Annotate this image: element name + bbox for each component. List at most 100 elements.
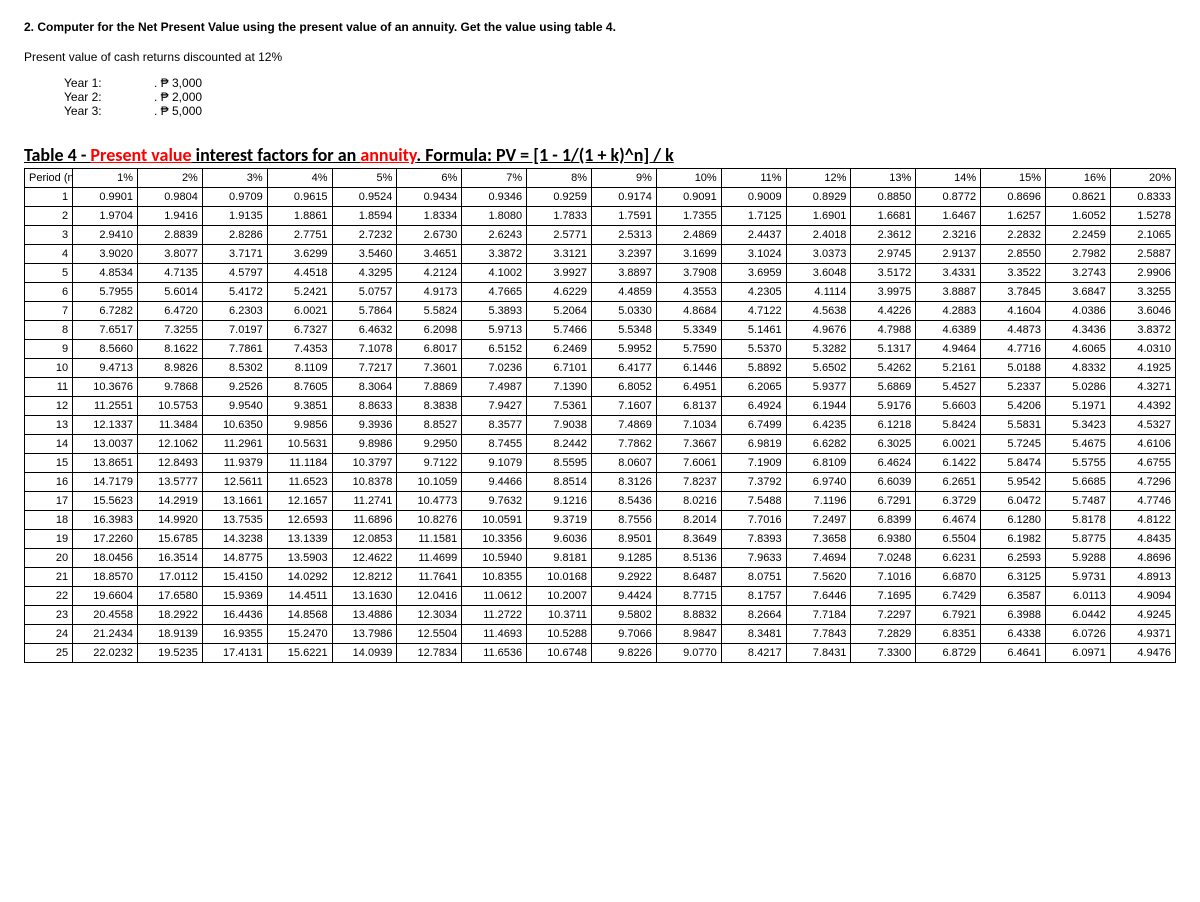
rate-header: 9% [592, 169, 657, 188]
factor-cell: 5.9713 [462, 321, 527, 340]
factor-cell: 8.8527 [397, 416, 462, 435]
factor-cell: 2.9745 [851, 245, 916, 264]
factor-cell: 8.5302 [202, 359, 267, 378]
factor-cell: 14.2919 [137, 492, 202, 511]
factor-cell: 5.7245 [981, 435, 1046, 454]
factor-cell: 5.6603 [916, 397, 981, 416]
period-cell: 8 [25, 321, 73, 340]
factor-cell: 3.6299 [267, 245, 332, 264]
factor-cell: 2.6730 [397, 226, 462, 245]
factor-cell: 6.7921 [916, 606, 981, 625]
factor-cell: 5.5824 [397, 302, 462, 321]
factor-cell: 18.8570 [73, 568, 138, 587]
rate-header: 20% [1110, 169, 1175, 188]
period-cell: 20 [25, 549, 73, 568]
factor-cell: 10.4773 [397, 492, 462, 511]
table-row: 2018.045616.351414.877513.590312.462211.… [25, 549, 1176, 568]
factor-cell: 10.5940 [462, 549, 527, 568]
factor-cell: 5.5370 [721, 340, 786, 359]
factor-cell: 6.7327 [267, 321, 332, 340]
factor-cell: 10.5288 [527, 625, 592, 644]
factor-cell: 15.6221 [267, 644, 332, 663]
factor-cell: 4.4518 [267, 264, 332, 283]
factor-cell: 3.2743 [1046, 264, 1111, 283]
period-cell: 16 [25, 473, 73, 492]
annuity-factor-table: Period (n) / per cent (k) 1%2%3%4%5%6%7%… [24, 168, 1176, 663]
factor-cell: 20.4558 [73, 606, 138, 625]
factor-cell: 1.7125 [721, 207, 786, 226]
factor-cell: 6.7499 [721, 416, 786, 435]
factor-cell: 2.5313 [592, 226, 657, 245]
factor-cell: 9.5802 [592, 606, 657, 625]
rate-header: 14% [916, 169, 981, 188]
factor-cell: 6.8017 [397, 340, 462, 359]
factor-cell: 4.6229 [527, 283, 592, 302]
factor-cell: 12.8493 [137, 454, 202, 473]
factor-cell: 3.8897 [592, 264, 657, 283]
factor-cell: 3.8887 [916, 283, 981, 302]
factor-cell: 7.7184 [786, 606, 851, 625]
factor-cell: 6.7282 [73, 302, 138, 321]
factor-cell: 2.4018 [786, 226, 851, 245]
factor-cell: 7.8431 [786, 644, 851, 663]
factor-cell: 3.9975 [851, 283, 916, 302]
factor-cell: 7.5361 [527, 397, 592, 416]
factor-cell: 9.9540 [202, 397, 267, 416]
year-label: Year 2: [64, 90, 154, 104]
factor-cell: 5.9542 [981, 473, 1046, 492]
factor-cell: 8.8514 [527, 473, 592, 492]
factor-cell: 12.1062 [137, 435, 202, 454]
factor-cell: 0.8850 [851, 188, 916, 207]
factor-cell: 13.4886 [332, 606, 397, 625]
factor-cell: 7.7862 [592, 435, 657, 454]
factor-cell: 2.8839 [137, 226, 202, 245]
factor-cell: 6.0726 [1046, 625, 1111, 644]
factor-cell: 9.7066 [592, 625, 657, 644]
factor-cell: 9.3719 [527, 511, 592, 530]
factor-cell: 6.5152 [462, 340, 527, 359]
factor-cell: 22.0232 [73, 644, 138, 663]
period-cell: 19 [25, 530, 73, 549]
factor-cell: 1.9416 [137, 207, 202, 226]
factor-cell: 4.9245 [1110, 606, 1175, 625]
factor-cell: 14.8775 [202, 549, 267, 568]
factor-cell: 2.7751 [267, 226, 332, 245]
rate-header: 1% [73, 169, 138, 188]
title-part-2: Present value [90, 144, 191, 166]
factor-cell: 4.4226 [851, 302, 916, 321]
factor-cell: 5.4172 [202, 283, 267, 302]
table-row: 2522.023219.523517.413115.622114.093912.… [25, 644, 1176, 663]
factor-cell: 18.2922 [137, 606, 202, 625]
factor-cell: 2.9410 [73, 226, 138, 245]
factor-cell: 14.7179 [73, 473, 138, 492]
factor-cell: 5.0188 [981, 359, 1046, 378]
factor-cell: 6.4641 [981, 644, 1046, 663]
factor-cell: 8.2442 [527, 435, 592, 454]
table-row: 2118.857017.011215.415014.029212.821211.… [25, 568, 1176, 587]
rate-header: 8% [527, 169, 592, 188]
factor-cell: 4.7296 [1110, 473, 1175, 492]
factor-cell: 4.8913 [1110, 568, 1175, 587]
factor-cell: 8.9501 [592, 530, 657, 549]
factor-cell: 5.6869 [851, 378, 916, 397]
table-row: 87.65177.32557.01976.73276.46326.20985.9… [25, 321, 1176, 340]
factor-cell: 7.7843 [786, 625, 851, 644]
factor-cell: 4.3436 [1046, 321, 1111, 340]
factor-cell: 4.7122 [721, 302, 786, 321]
factor-cell: 21.2434 [73, 625, 138, 644]
factor-cell: 8.2664 [721, 606, 786, 625]
period-cell: 25 [25, 644, 73, 663]
factor-cell: 8.0607 [592, 454, 657, 473]
factor-cell: 1.9704 [73, 207, 138, 226]
factor-cell: 6.4674 [916, 511, 981, 530]
factor-cell: 11.2551 [73, 397, 138, 416]
factor-cell: 8.7605 [267, 378, 332, 397]
factor-cell: 2.6243 [462, 226, 527, 245]
factor-cell: 9.1216 [527, 492, 592, 511]
factor-cell: 17.0112 [137, 568, 202, 587]
factor-cell: 13.5903 [267, 549, 332, 568]
factor-cell: 4.0310 [1110, 340, 1175, 359]
factor-cell: 13.0037 [73, 435, 138, 454]
factor-cell: 6.7101 [527, 359, 592, 378]
factor-cell: 12.0853 [332, 530, 397, 549]
